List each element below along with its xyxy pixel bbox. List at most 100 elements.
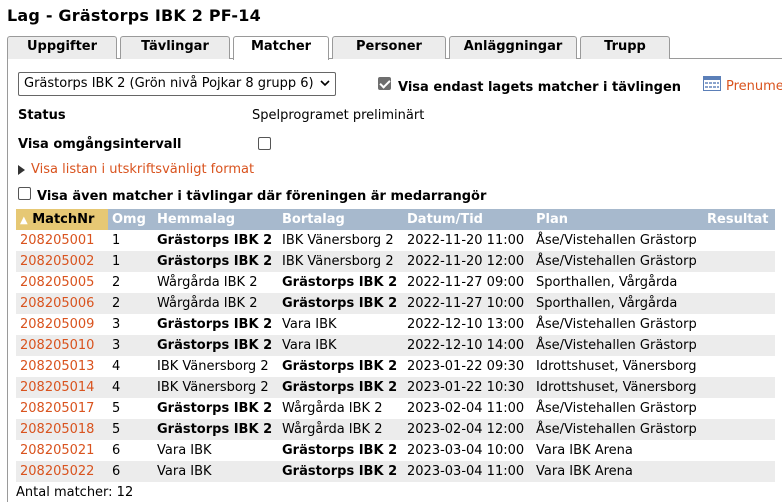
round-cell: 5 <box>112 401 121 416</box>
table-row: 208205005 2 Wårgårda IBK 2 Grästorps IBK 2 2… <box>16 272 775 293</box>
co-organizer-label: Visa även matcher i tävlingar där föreni… <box>37 189 487 204</box>
round-cell: 6 <box>112 443 121 458</box>
match-number-link[interactable]: 208205013 <box>16 356 108 377</box>
column-header-matchnr[interactable]: ▲ MatchNr <box>16 209 108 230</box>
table-row: 208205006 2 Wårgårda IBK 2 Grästorps IBK 22… <box>16 293 775 314</box>
result-cell <box>703 251 775 272</box>
home-team-cell: Vara IBK <box>153 461 278 482</box>
home-team-cell: Grästorps IBK 2 <box>157 233 273 248</box>
status-label: Status <box>18 108 66 123</box>
table-row: 208205014 4 IBK Vänersborg 2 Grästorps IBK … <box>16 377 775 398</box>
result-cell <box>703 461 775 482</box>
tab-matcher[interactable]: Matcher <box>233 36 329 60</box>
tab-trupp[interactable]: Trupp <box>580 36 670 59</box>
plan-cell: Åse/Vistehallen Grästorp <box>532 335 703 356</box>
matches-table-body: 208205001 1 Grästorps IBK 2 IBK Vänersborg … <box>16 230 775 482</box>
table-row: 208205021 6 Vara IBK Grästorps IBK 2 2023-03… <box>16 440 775 461</box>
result-cell <box>703 335 775 356</box>
away-team-cell: Grästorps IBK 2 <box>278 293 403 314</box>
away-team-cell: Vara IBK <box>278 335 403 356</box>
match-number-link[interactable]: 208205009 <box>16 314 108 335</box>
match-number-link[interactable]: 208205002 <box>16 251 108 272</box>
away-team-cell: IBK Vänersborg 2 <box>282 233 394 248</box>
away-team-cell: IBK Vänersborg 2 <box>278 251 403 272</box>
print-format-link[interactable]: Visa listan i utskriftsvänligt format <box>31 162 254 177</box>
match-number-link[interactable]: 208205021 <box>16 440 108 461</box>
home-team-cell: Grästorps IBK 2 <box>153 335 278 356</box>
match-number-link[interactable]: 208205018 <box>16 419 108 440</box>
table-row: 208205009 3 Grästorps IBK 2 Vara IBK 2022-12… <box>16 314 775 335</box>
content-panel: Grästorps IBK 2 (Grön nivå Pojkar 8 grup… <box>7 59 782 502</box>
plan-cell: Åse/Vistehallen Grästorp <box>532 419 703 440</box>
calendar-icon[interactable] <box>703 76 721 91</box>
plan-cell: Vara IBK Arena <box>536 443 633 458</box>
round-cell: 6 <box>108 461 153 482</box>
table-row: 208205010 3 Grästorps IBK 2 Vara IBK 2022-12… <box>16 335 775 356</box>
column-header-omg[interactable]: Omg <box>108 209 153 230</box>
column-header-resultat[interactable]: Resultat <box>703 209 775 230</box>
datetime-cell: 2022-12-10 14:00 <box>403 335 532 356</box>
datetime-cell: 2023-03-04 10:00 <box>407 443 525 458</box>
table-row: 208205013 4 IBK Vänersborg 2 Grästorps IBK … <box>16 356 775 377</box>
plan-cell: Åse/Vistehallen Grästorp <box>536 401 697 416</box>
home-team-cell: IBK Vänersborg 2 <box>157 359 269 374</box>
matches-table: ▲ MatchNr Omg Hemmalag Bortalag Datum/Ti… <box>16 209 775 482</box>
result-cell <box>703 377 775 398</box>
match-number-link[interactable]: 208205010 <box>16 335 108 356</box>
table-row: 208205018 5 Grästorps IBK 2 Wårgårda IBK 22… <box>16 419 775 440</box>
tab-personer[interactable]: Personer <box>332 36 446 59</box>
plan-cell: Åse/Vistehallen Grästorp <box>536 317 697 332</box>
datetime-cell: 2022-11-27 10:00 <box>403 293 532 314</box>
table-header-row: ▲ MatchNr Omg Hemmalag Bortalag Datum/Ti… <box>16 209 775 230</box>
column-header-hemmalag[interactable]: Hemmalag <box>153 209 278 230</box>
column-header-bortalag[interactable]: Bortalag <box>278 209 403 230</box>
match-number-link[interactable]: 208205017 <box>16 398 108 419</box>
plan-cell: Idrottshuset, Vänersborg <box>532 377 703 398</box>
home-team-cell: Grästorps IBK 2 <box>153 251 278 272</box>
home-team-cell: IBK Vänersborg 2 <box>153 377 278 398</box>
column-header-plan[interactable]: Plan <box>532 209 703 230</box>
plan-cell: Sporthallen, Vårgårda <box>536 275 678 290</box>
competition-select-value: Grästorps IBK 2 (Grön nivå Pojkar 8 grup… <box>24 76 314 91</box>
co-organizer-checkbox[interactable] <box>18 187 31 200</box>
datetime-cell: 2023-02-04 11:00 <box>407 401 525 416</box>
datetime-cell: 2022-11-20 12:00 <box>403 251 532 272</box>
round-cell: 3 <box>112 317 121 332</box>
tab-tavlingar[interactable]: Tävlingar <box>120 36 230 59</box>
match-number-link[interactable]: 208205005 <box>16 272 108 293</box>
match-number-link[interactable]: 208205014 <box>16 377 108 398</box>
match-number-link[interactable]: 208205006 <box>16 293 108 314</box>
round-interval-checkbox[interactable] <box>258 137 271 150</box>
tab-anlaggningar[interactable]: Anläggningar <box>449 36 577 59</box>
plan-cell: Idrottshuset, Vänersborg <box>536 359 697 374</box>
datetime-cell: 2023-03-04 11:00 <box>403 461 532 482</box>
round-cell: 3 <box>108 335 153 356</box>
column-header-label: MatchNr <box>32 212 95 227</box>
round-cell: 5 <box>108 419 153 440</box>
tab-bar: Uppgifter Tävlingar Matcher Personer Anl… <box>0 36 782 60</box>
result-cell <box>703 293 775 314</box>
away-team-cell: Grästorps IBK 2 <box>282 275 398 290</box>
away-team-cell: Grästorps IBK 2 <box>278 461 403 482</box>
home-team-cell: Grästorps IBK 2 <box>153 419 278 440</box>
only-team-matches-checkbox[interactable] <box>378 77 391 90</box>
competition-select[interactable]: Grästorps IBK 2 (Grön nivå Pojkar 8 grup… <box>18 72 336 96</box>
datetime-cell: 2023-01-22 10:30 <box>403 377 532 398</box>
result-cell <box>703 440 775 461</box>
datetime-cell: 2022-12-10 13:00 <box>407 317 525 332</box>
home-team-cell: Wårgårda IBK 2 <box>157 275 258 290</box>
table-row: 208205002 1 Grästorps IBK 2 IBK Vänersborg … <box>16 251 775 272</box>
result-cell <box>703 230 775 251</box>
home-team-cell: Grästorps IBK 2 <box>157 317 273 332</box>
round-cell: 1 <box>108 251 153 272</box>
column-header-datum-tid[interactable]: Datum/Tid <box>403 209 532 230</box>
tab-uppgifter[interactable]: Uppgifter <box>7 36 117 59</box>
home-team-cell: Wårgårda IBK 2 <box>153 293 278 314</box>
round-cell: 2 <box>112 275 121 290</box>
result-cell <box>703 419 775 440</box>
match-number-link[interactable]: 208205001 <box>16 230 108 251</box>
plan-cell: Åse/Vistehallen Grästorp <box>532 251 703 272</box>
match-number-link[interactable]: 208205022 <box>16 461 108 482</box>
round-interval-label: Visa omgångsintervall <box>18 137 182 152</box>
calendar-subscribe-link[interactable]: Prenume <box>726 79 782 94</box>
